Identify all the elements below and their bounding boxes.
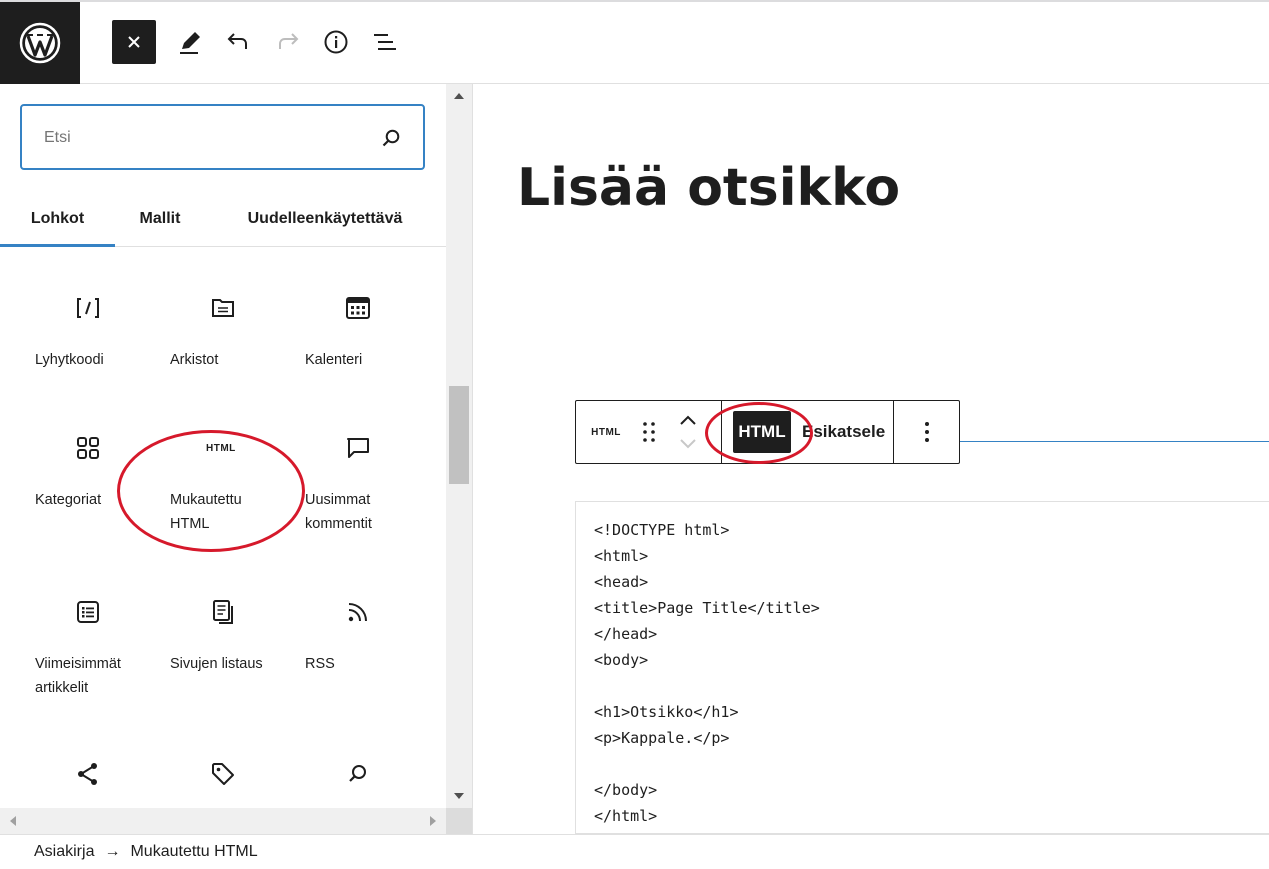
block-type-button[interactable]: HTML	[576, 401, 636, 463]
block-item-latest-posts[interactable]: Viimeisimmät artikkelit	[35, 592, 165, 722]
chevron-down-icon	[680, 439, 696, 449]
block-item-custom-html[interactable]: HTML Mukautettu HTML	[170, 428, 300, 558]
block-item-categories[interactable]: Kategoriat	[35, 428, 165, 558]
tag-icon	[210, 754, 240, 794]
shortcode-icon	[75, 288, 105, 328]
html-code-editor[interactable]: <!DOCTYPE html> <html> <head> <title>Pag…	[575, 501, 1269, 834]
top-border	[0, 0, 1269, 2]
undo-button[interactable]	[222, 24, 254, 60]
breadcrumb-document[interactable]: Asiakirja	[34, 843, 94, 861]
tab-blocks[interactable]: Lohkot	[0, 192, 115, 247]
undo-icon	[227, 33, 247, 49]
panel-divider	[472, 84, 473, 834]
block-inserter-panel: Lohkot Mallit Uudelleenkäytettävä Lyhytk…	[0, 84, 446, 834]
toolbar-separator	[721, 401, 722, 463]
block-item-calendar[interactable]: Kalenteri	[305, 288, 435, 418]
block-label: Sivujen listaus	[170, 656, 263, 672]
block-item-rss[interactable]: RSS	[305, 592, 435, 722]
html-block-icon: HTML	[591, 426, 621, 438]
more-vertical-icon	[924, 422, 929, 442]
calendar-icon	[345, 288, 375, 328]
scrollbar-corner	[446, 808, 472, 834]
html-mode-button[interactable]: HTML	[733, 411, 791, 453]
block-item-latest-comments[interactable]: Uusimmat kommentit	[305, 428, 435, 558]
info-icon	[324, 30, 348, 54]
block-toolbar: HTML HTML Esikatsele	[575, 400, 960, 464]
scroll-down-arrow[interactable]	[454, 793, 464, 799]
pencil-icon	[180, 32, 200, 54]
close-icon	[128, 36, 140, 48]
scroll-up-arrow[interactable]	[454, 93, 464, 99]
search-icon	[382, 129, 400, 147]
comment-icon	[345, 428, 375, 468]
share-icon	[75, 754, 105, 794]
redo-icon	[279, 33, 299, 49]
breadcrumb-separator: →	[104, 843, 121, 860]
redo-button[interactable]	[272, 24, 304, 60]
close-inserter-button[interactable]	[112, 20, 156, 64]
archive-folder-icon	[210, 288, 240, 328]
tools-button[interactable]	[174, 24, 206, 60]
tab-patterns[interactable]: Mallit	[115, 192, 205, 246]
preview-button[interactable]: Esikatsele	[802, 411, 885, 453]
block-focus-line	[960, 441, 1269, 442]
search-field[interactable]	[20, 104, 425, 170]
details-button[interactable]	[320, 24, 352, 60]
drag-handle[interactable]	[636, 401, 662, 463]
block-label: Kategoriat	[35, 492, 102, 508]
block-options-button[interactable]	[894, 401, 959, 463]
block-item-shortcode[interactable]: Lyhytkoodi	[35, 288, 165, 418]
block-label: RSS	[305, 656, 335, 672]
block-label: Viimeisimmät artikkelit	[35, 656, 121, 696]
tab-reusable[interactable]: Uudelleenkäytettävä	[230, 192, 420, 246]
block-item-archives[interactable]: Arkistot	[170, 288, 300, 418]
pages-icon	[210, 592, 240, 632]
breadcrumb: Asiakirja → Mukautettu HTML	[0, 834, 1269, 869]
search-input[interactable]	[42, 122, 366, 154]
scroll-left-arrow[interactable]	[10, 816, 16, 826]
block-label: Mukautettu HTML	[170, 492, 242, 532]
scroll-right-arrow[interactable]	[430, 816, 436, 826]
block-label: Kalenteri	[305, 352, 363, 368]
move-down-button[interactable]	[674, 433, 702, 455]
rss-icon	[345, 592, 375, 632]
inserter-tabs: Lohkot Mallit Uudelleenkäytettävä	[0, 192, 446, 247]
wordpress-logo[interactable]	[0, 2, 80, 84]
list-view-button[interactable]	[368, 24, 402, 60]
block-label: Arkistot	[170, 352, 219, 368]
post-list-icon	[75, 592, 105, 632]
chevron-up-icon	[680, 415, 696, 425]
search-icon	[345, 754, 375, 794]
html-code-content[interactable]: <!DOCTYPE html> <html> <head> <title>Pag…	[594, 517, 820, 829]
breadcrumb-current-block[interactable]: Mukautettu HTML	[130, 843, 257, 861]
drag-handle-icon	[643, 422, 655, 442]
post-title[interactable]: Lisää otsikko	[517, 158, 900, 218]
block-item-page-list[interactable]: Sivujen listaus	[170, 592, 300, 722]
block-label: Lyhytkoodi	[35, 352, 104, 368]
html-icon-text: HTML	[206, 442, 236, 454]
html-icon: HTML	[206, 428, 246, 468]
categories-grid-icon	[75, 428, 105, 468]
list-view-icon	[374, 34, 396, 50]
block-label: Uusimmat kommentit	[305, 492, 372, 532]
wordpress-icon	[19, 22, 61, 64]
sidebar-horizontal-scrollbar[interactable]	[0, 808, 446, 834]
sidebar-vertical-scrollbar[interactable]	[446, 84, 472, 808]
scrollbar-thumb[interactable]	[449, 386, 469, 484]
move-up-button[interactable]	[674, 409, 702, 431]
